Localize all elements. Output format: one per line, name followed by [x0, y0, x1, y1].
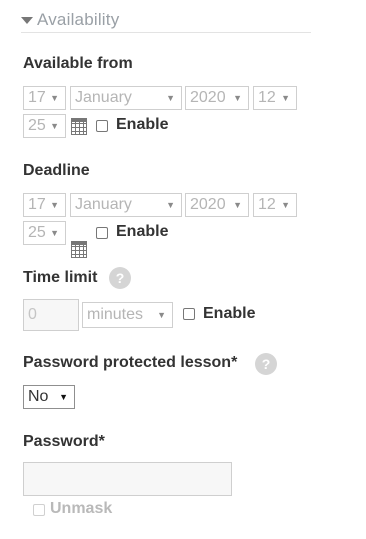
unmask-checkbox[interactable]: [33, 504, 45, 516]
chevron-down-icon: ▼: [50, 228, 59, 238]
chevron-down-icon: ▼: [233, 93, 242, 103]
calendar-icon[interactable]: [71, 241, 87, 258]
available-from-hour-select[interactable]: 12 ▼: [253, 86, 297, 110]
required-mark: *: [231, 354, 238, 371]
time-limit-label: Time limit: [23, 269, 98, 286]
chevron-down-icon: ▼: [50, 121, 59, 131]
password-protected-select[interactable]: No ▼: [23, 385, 75, 409]
chevron-down-icon: ▼: [157, 310, 166, 320]
caret-down-icon: [21, 17, 33, 24]
password-protected-label: Password protected lesson*: [23, 354, 238, 371]
deadline-month-select[interactable]: January ▼: [70, 193, 182, 217]
section-header-availability[interactable]: Availability: [21, 8, 311, 33]
chevron-down-icon: ▼: [281, 93, 290, 103]
available-from-enable-label[interactable]: Enable: [116, 116, 168, 134]
deadline-minute-select[interactable]: 25 ▼: [23, 221, 66, 245]
chevron-down-icon: ▼: [50, 200, 59, 210]
deadline-enable-label[interactable]: Enable: [116, 223, 168, 241]
help-icon[interactable]: ?: [109, 267, 131, 289]
available-from-minute-select[interactable]: 25 ▼: [23, 114, 66, 138]
available-from-year-select[interactable]: 2020 ▼: [185, 86, 249, 110]
unmask-label[interactable]: Unmask: [50, 500, 112, 518]
deadline-day-select[interactable]: 17 ▼: [23, 193, 66, 217]
chevron-down-icon: ▼: [281, 200, 290, 210]
password-label: Password*: [23, 433, 105, 450]
help-icon[interactable]: ?: [255, 353, 277, 375]
available-from-day-select[interactable]: 17 ▼: [23, 86, 66, 110]
chevron-down-icon: ▼: [233, 200, 242, 210]
available-from-label: Available from: [23, 55, 133, 72]
available-from-month-select[interactable]: January ▼: [70, 86, 182, 110]
available-from-enable-checkbox[interactable]: [96, 120, 108, 132]
chevron-down-icon: ▼: [59, 392, 68, 402]
deadline-enable-checkbox[interactable]: [96, 227, 108, 239]
chevron-down-icon: ▼: [166, 200, 175, 210]
time-limit-enable-label[interactable]: Enable: [203, 305, 255, 323]
required-mark: *: [98, 433, 105, 450]
deadline-label: Deadline: [23, 162, 90, 179]
section-title: Availability: [37, 10, 120, 29]
chevron-down-icon: ▼: [166, 93, 175, 103]
time-limit-enable-checkbox[interactable]: [183, 308, 195, 320]
time-limit-unit-select[interactable]: minutes ▼: [82, 302, 173, 328]
time-limit-input[interactable]: 0: [23, 299, 79, 331]
password-input[interactable]: [23, 462, 232, 496]
calendar-icon[interactable]: [71, 118, 87, 135]
chevron-down-icon: ▼: [50, 93, 59, 103]
deadline-year-select[interactable]: 2020 ▼: [185, 193, 249, 217]
deadline-hour-select[interactable]: 12 ▼: [253, 193, 297, 217]
